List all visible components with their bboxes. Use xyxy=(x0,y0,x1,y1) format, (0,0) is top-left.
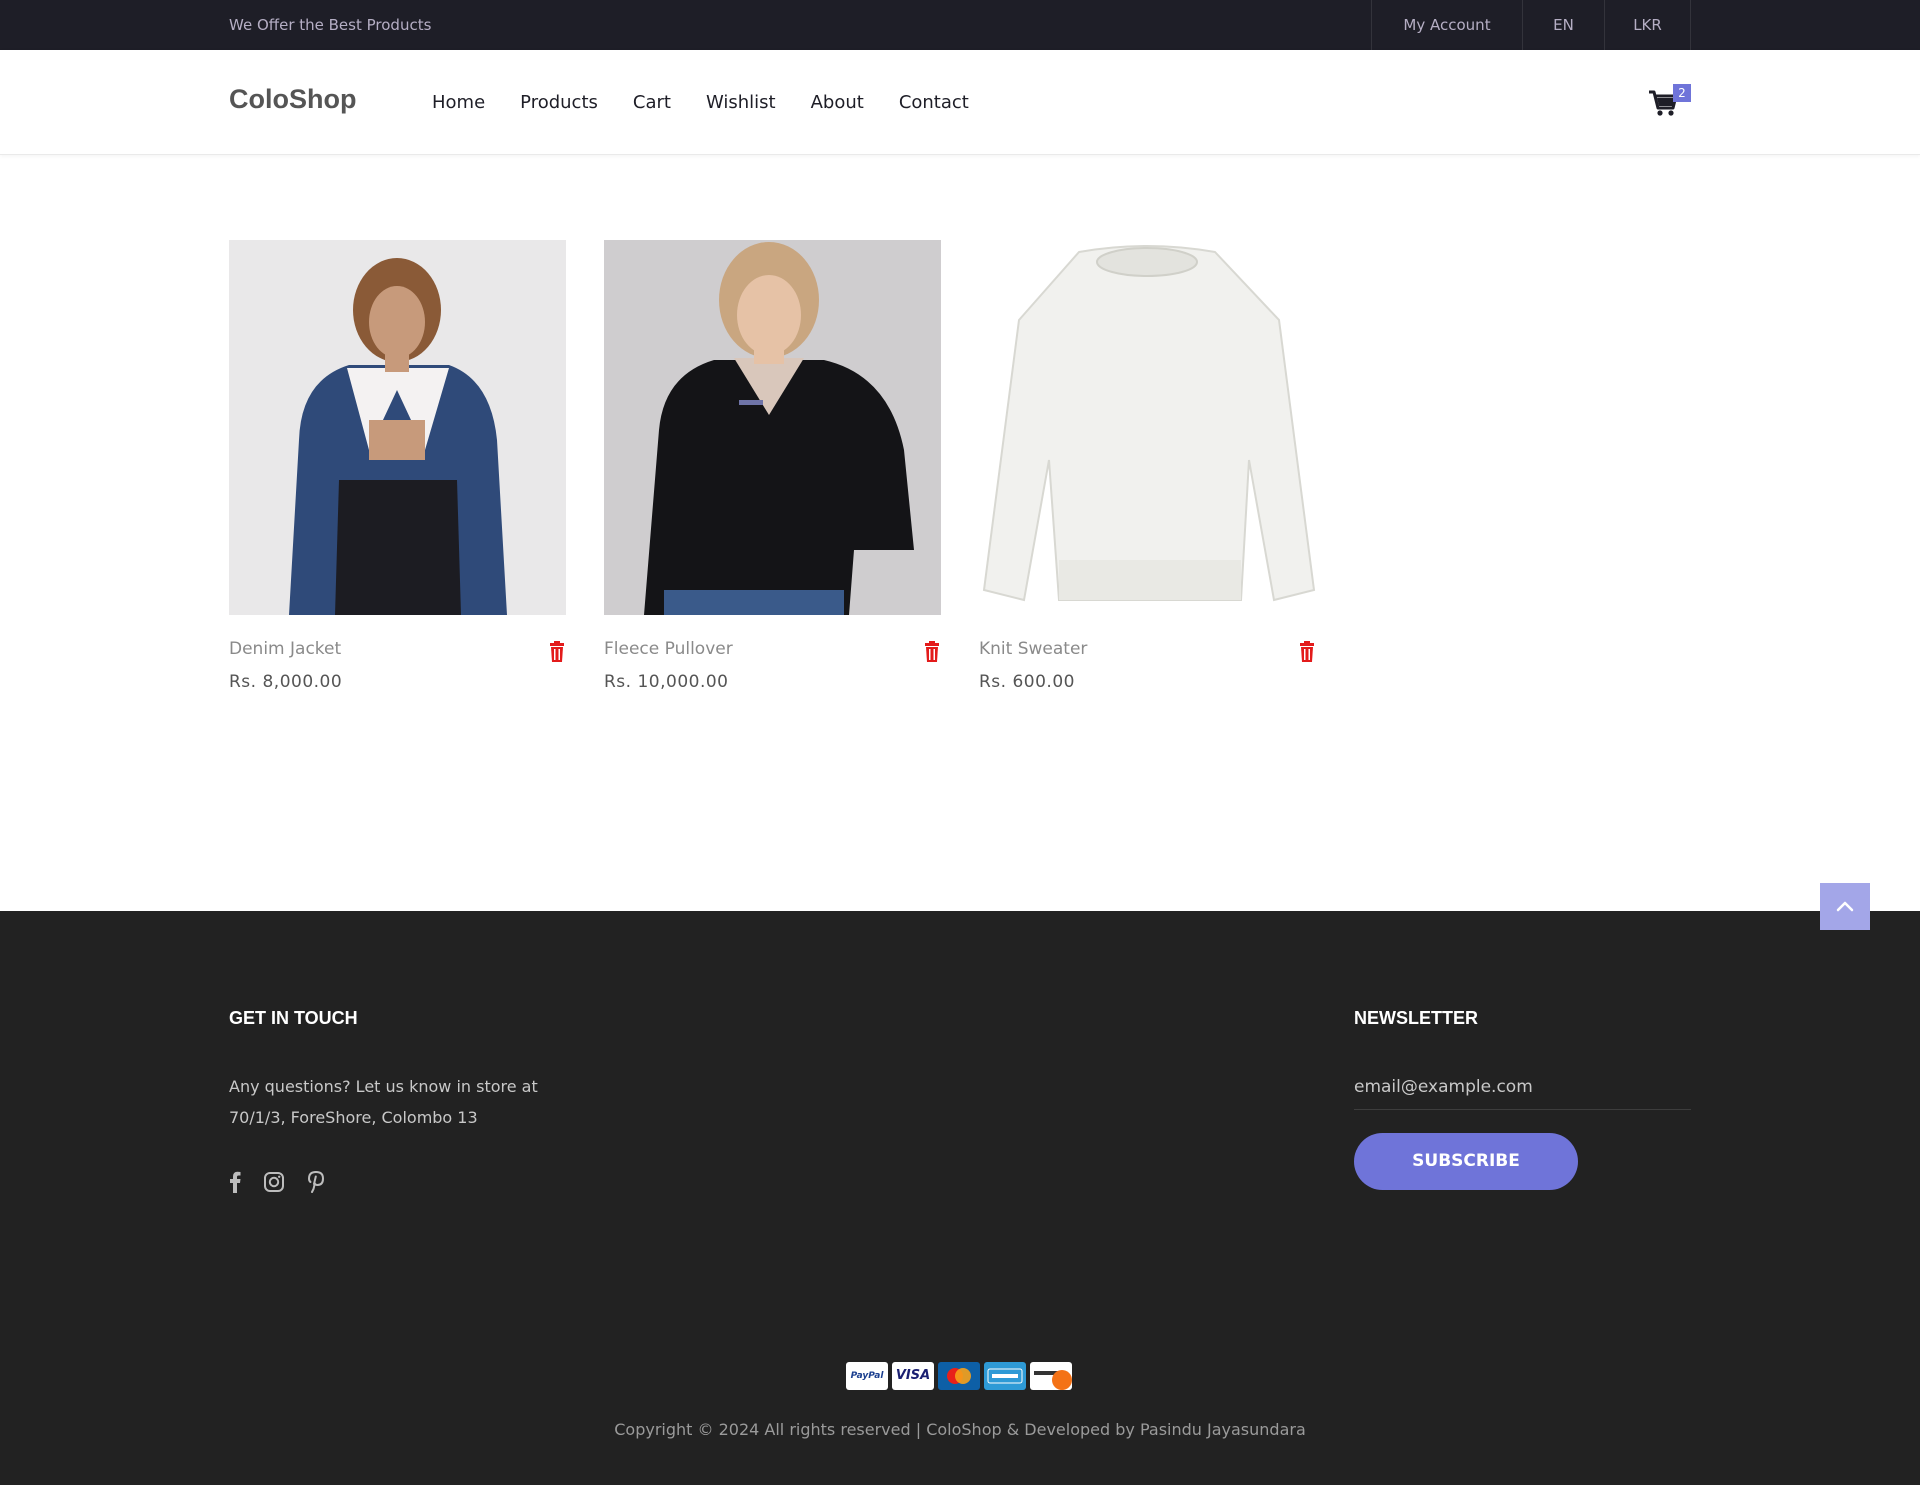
contact-line-1: Any questions? Let us know in store at xyxy=(229,1077,538,1096)
nav-link-home[interactable]: Home xyxy=(432,92,485,113)
delete-icon[interactable] xyxy=(1298,641,1316,663)
delete-icon[interactable] xyxy=(548,641,566,663)
product-name[interactable]: Fleece Pullover xyxy=(604,639,733,659)
discover-logo xyxy=(1030,1362,1072,1390)
instagram-icon[interactable] xyxy=(263,1171,285,1197)
contact-text: Any questions? Let us know in store at 7… xyxy=(229,1071,589,1133)
nav-link-contact[interactable]: Contact xyxy=(899,92,969,113)
product-name[interactable]: Knit Sweater xyxy=(979,639,1087,659)
pinterest-icon[interactable] xyxy=(307,1171,325,1197)
delete-icon[interactable] xyxy=(923,641,941,663)
wishlist-product-card: Denim Jacket Rs. 8,000.00 xyxy=(229,240,566,695)
product-price: Rs. 600.00 xyxy=(979,672,1075,692)
amex-logo xyxy=(984,1362,1026,1390)
contact-line-2: 70/1/3, ForeShore, Colombo 13 xyxy=(229,1108,478,1127)
language-selector[interactable]: EN xyxy=(1522,0,1604,50)
newsletter-heading: NEWSLETTER xyxy=(1354,1008,1478,1028)
nav-link-products[interactable]: Products xyxy=(520,92,598,113)
social-links xyxy=(229,1171,347,1197)
payment-methods: PayPal VISA xyxy=(846,1362,1076,1390)
main-navigation: ColoShop Home Products Cart Wishlist Abo… xyxy=(0,50,1920,155)
paypal-logo: PayPal xyxy=(846,1362,888,1390)
denim-jacket-photo xyxy=(229,240,566,615)
top-bar: We Offer the Best Products My Account EN… xyxy=(0,0,1920,50)
nav-links: Home Products Cart Wishlist About Contac… xyxy=(432,50,1004,155)
currency-selector[interactable]: LKR xyxy=(1604,0,1691,50)
nav-link-about[interactable]: About xyxy=(811,92,864,113)
wishlist-product-card: Knit Sweater Rs. 600.00 xyxy=(979,240,1316,695)
facebook-icon[interactable] xyxy=(229,1171,241,1197)
product-image[interactable] xyxy=(979,240,1316,615)
product-name[interactable]: Denim Jacket xyxy=(229,639,341,659)
cart-count-badge: 2 xyxy=(1673,84,1691,102)
nav-link-wishlist[interactable]: Wishlist xyxy=(706,92,776,113)
nav-link-cart[interactable]: Cart xyxy=(633,92,671,113)
copyright-text: Copyright © 2024 All rights reserved | C… xyxy=(614,1420,1306,1439)
subscribe-button[interactable]: SUBSCRIBE xyxy=(1354,1133,1578,1190)
product-price: Rs. 10,000.00 xyxy=(604,672,729,692)
wishlist-product-card: Fleece Pullover Rs. 10,000.00 xyxy=(604,240,941,695)
product-image[interactable] xyxy=(229,240,566,615)
product-image[interactable] xyxy=(604,240,941,615)
logo[interactable]: ColoShop xyxy=(229,84,356,115)
product-price: Rs. 8,000.00 xyxy=(229,672,343,692)
chevron-up-icon xyxy=(1836,901,1854,912)
back-to-top-button[interactable] xyxy=(1820,883,1870,930)
mastercard-logo xyxy=(938,1362,980,1390)
newsletter-email-input[interactable]: email@example.com xyxy=(1354,1064,1691,1110)
get-in-touch-heading: GET IN TOUCH xyxy=(229,1008,358,1028)
knit-sweater-photo xyxy=(979,240,1316,615)
fleece-pullover-photo xyxy=(604,240,941,615)
my-account-link[interactable]: My Account xyxy=(1371,0,1522,50)
top-bar-tagline: We Offer the Best Products xyxy=(229,16,432,34)
visa-logo: VISA xyxy=(892,1362,934,1390)
cart-button[interactable]: 2 xyxy=(1648,84,1691,124)
footer: GET IN TOUCH Any questions? Let us know … xyxy=(0,911,1920,1485)
top-bar-menu: My Account EN LKR xyxy=(1371,0,1691,50)
